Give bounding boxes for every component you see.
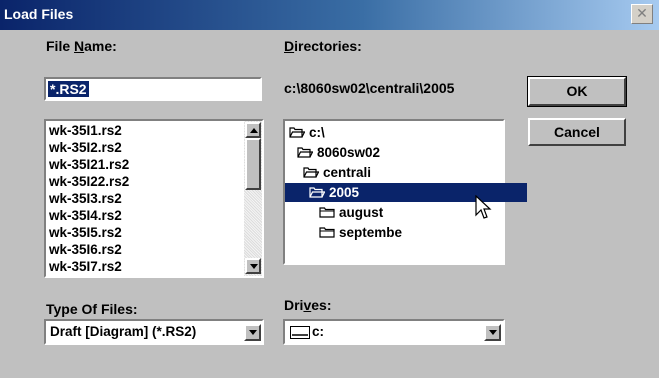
file-name-value: *.RS2 [48,81,89,97]
scroll-thumb[interactable] [245,138,261,190]
file-name-label-suffix: ame: [84,38,117,54]
directory-item-label: august [339,205,384,220]
file-list-item[interactable]: wk-35I22.rs2 [49,173,129,191]
file-list-item[interactable]: wk-35I2.rs2 [49,139,122,157]
arrow-up-icon [250,128,258,133]
open-folder-icon [297,144,314,163]
directory-item-label: centrali [323,165,372,180]
file-list-scrollbar[interactable] [244,121,262,276]
open-folder-icon [303,164,320,183]
open-folder-icon [309,184,326,203]
type-of-files-dropdown-button[interactable] [244,324,261,341]
mouse-cursor-icon [475,195,492,219]
drive-icon [290,326,310,339]
directory-item-label: septembe [339,225,403,240]
type-of-files-value: Draft [Diagram] (*.RS2) [50,324,197,339]
chevron-down-icon [489,330,497,335]
directories-label-suffix: irectories: [294,38,362,54]
file-list-item[interactable]: wk-35I4.rs2 [49,207,122,225]
file-list[interactable]: wk-35I1.rs2 wk-35I2.rs2 wk-35I21.rs2 wk-35I… [44,119,264,278]
drives-value: c: [312,324,325,339]
file-list-item[interactable]: wk-35I5.rs2 [49,224,122,242]
directory-item-label: c:\ [309,125,325,140]
file-name-label-hotkey: N [74,38,85,54]
window-title: Load Files [4,6,74,22]
directories-label: Directories: [284,38,362,54]
scroll-up-button[interactable] [245,122,261,138]
file-list-item[interactable]: wk-35I1.rs2 [49,122,122,140]
drives-label-prefix: Dri [284,297,304,313]
drives-select[interactable]: c: [283,319,505,345]
file-name-input[interactable]: *.RS2 [44,77,262,101]
cancel-button[interactable]: Cancel [528,118,626,146]
type-of-files-select[interactable]: Draft [Diagram] (*.RS2) [44,319,264,345]
open-folder-icon [289,124,306,143]
chevron-down-icon [249,330,257,335]
load-files-dialog: Load Files ✕ File Name: *.RS2 Directorie… [0,0,659,378]
directory-item-label: 2005 [329,185,360,200]
type-of-files-label: Type Of Files: [46,301,138,317]
directory-item[interactable]: 8060sw02 [297,143,380,162]
current-directory-path: c:\8060sw02\centrali\2005 [284,80,455,96]
drives-label: Drives: [284,297,331,313]
file-name-label: File Name: [46,38,117,54]
title-bar[interactable]: Load Files ✕ [0,0,659,30]
directory-item[interactable]: centrali [303,163,371,182]
folder-icon [319,224,335,243]
directory-item-label: 8060sw02 [317,145,381,160]
file-list-item[interactable]: wk-35I7.rs2 [49,258,122,276]
close-icon: ✕ [636,5,648,21]
drives-dropdown-button[interactable] [484,324,501,341]
ok-button[interactable]: OK [527,76,627,107]
directory-item[interactable]: septembe [319,223,402,242]
scroll-down-button[interactable] [245,258,261,274]
directory-tree[interactable]: c:\ 8060sw02 centrali 2005 august septembe [283,119,527,265]
folder-icon [319,204,335,223]
directory-item[interactable]: c:\ [289,123,325,142]
drives-label-suffix: es: [311,297,332,313]
directories-label-hotkey: D [284,38,295,54]
file-name-label-prefix: File [46,38,75,54]
file-list-item[interactable]: wk-35I6.rs2 [49,241,122,259]
file-list-item[interactable]: wk-35I21.rs2 [49,156,129,174]
close-button[interactable]: ✕ [631,4,653,24]
arrow-down-icon [250,264,258,269]
directory-item[interactable]: august [319,203,383,222]
file-list-item[interactable]: wk-35I3.rs2 [49,190,122,208]
